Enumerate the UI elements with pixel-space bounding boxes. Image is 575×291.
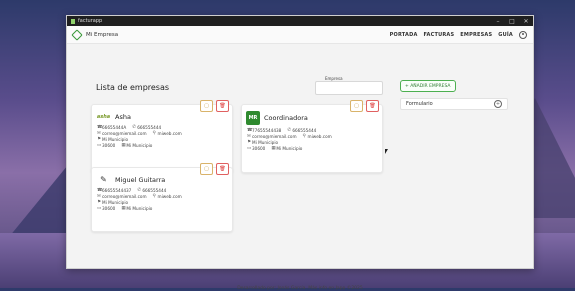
web: miweb.com [157,131,182,136]
brand-name[interactable]: Mi Empresa [86,32,118,38]
address: Mi Municipio [102,137,129,142]
tax-id: 66655544437 [102,188,132,193]
company-logo-signature: ✎ [100,175,107,184]
tax-id: 66655444A [102,125,127,130]
email: correo@miemail.com [102,131,147,136]
edit-document-button[interactable]: ▢ [200,100,213,112]
gear-icon[interactable] [519,30,527,39]
company-search-input[interactable]: Empresa [315,76,383,95]
postal-code: 30600 [252,146,266,151]
nav-facturas[interactable]: FACTURAS [424,32,455,38]
delete-trash-button[interactable]: 🗑 [366,100,379,112]
company-logo: MR [246,111,260,125]
edit-document-button[interactable]: ▢ [350,100,363,112]
company-card: ▢ 🗑 ✎ Miguel Guitarra ☎ 66655544437 ✆ 66655… [91,163,233,232]
tax-id: 77655544438 [252,128,282,133]
delete-trash-button[interactable]: 🗑 [216,163,229,175]
top-navbar: Mi Empresa PORTADA FACTURAS EMPRESAS GUÍ… [67,26,533,44]
close-button[interactable]: ✕ [519,18,533,25]
edit-document-button[interactable]: ▢ [200,163,213,175]
company-name: Miguel Guitarra [115,175,166,184]
minimize-button[interactable]: – [491,18,505,25]
city: Mi Municipio [126,206,153,211]
company-logo: asha [96,113,111,120]
address: Mi Municipio [252,140,279,145]
address: Mi Municipio [102,200,129,205]
company-name: Coordinadora [264,114,308,122]
nav-empresas[interactable]: EMPRESAS [460,32,492,38]
footer-credit: Desarrollado por: Jonás García. Más info… [237,286,363,291]
add-company-button[interactable]: + AÑADIR EMPRESA [400,80,456,92]
delete-trash-button[interactable]: 🗑 [216,100,229,112]
web: miweb.com [157,194,182,199]
email: correo@miemail.com [102,194,147,199]
nav-guia[interactable]: GUÍA [498,32,513,38]
form-panel-label: Formulario [406,101,433,107]
expand-plus-icon[interactable]: + [494,100,502,108]
mouse-cursor [385,149,388,154]
search-label: Empresa [324,76,344,81]
phone: 666555444 [292,128,317,133]
phone: 666555444 [142,188,167,193]
maximize-button[interactable]: □ [505,18,519,25]
postal-code: 30600 [102,143,116,148]
company-card: ▢ 🗑 MR Coordinadora ☎ 77655544438 ✆ 6665554… [241,100,383,173]
postal-code: 30600 [102,206,116,211]
page-title: Lista de empresas [96,83,170,92]
company-name: Asha [115,112,131,121]
app-window: facturapp – □ ✕ Mi Empresa PORTADA FACTU… [66,15,534,291]
window-title: facturapp [78,18,103,24]
nav-portada[interactable]: PORTADA [390,32,418,38]
email: correo@miemail.com [252,134,297,139]
app-icon [71,18,75,24]
form-panel[interactable]: Formulario + [400,98,508,110]
phone: 666555444 [137,125,162,130]
city: Mi Municipio [276,146,303,151]
titlebar: facturapp – □ ✕ [67,16,533,26]
web: miweb.com [307,134,332,139]
brand-logo-icon[interactable] [73,30,83,39]
city: Mi Municipio [126,143,153,148]
